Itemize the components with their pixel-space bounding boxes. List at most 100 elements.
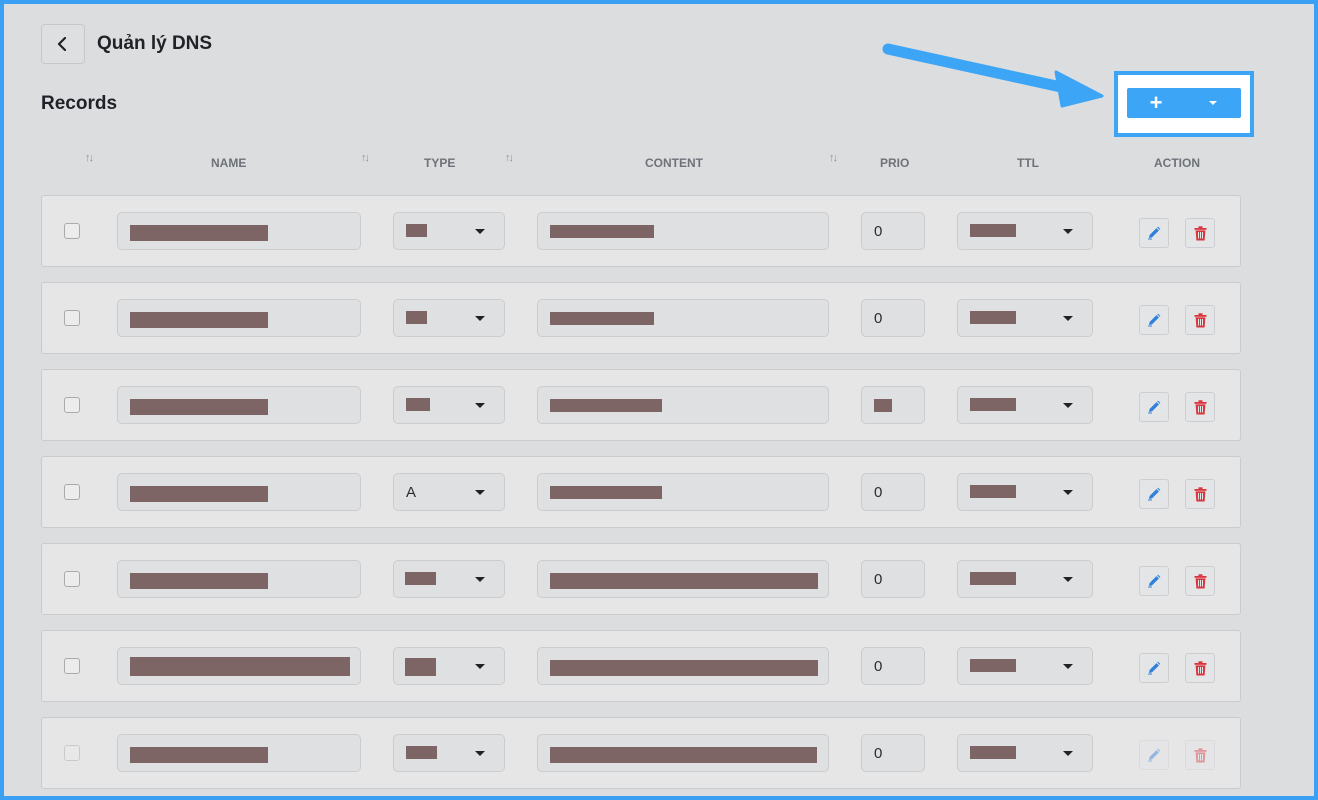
caret-down-icon xyxy=(1063,751,1073,756)
content-input[interactable] xyxy=(537,734,829,772)
row-checkbox[interactable] xyxy=(64,745,80,761)
row-checkbox[interactable] xyxy=(64,397,80,413)
table-row: 0 xyxy=(41,543,1241,615)
row-checkbox[interactable] xyxy=(64,310,80,326)
content-input[interactable] xyxy=(537,560,829,598)
caret-down-icon xyxy=(1063,316,1073,321)
prio-input[interactable]: 0 xyxy=(861,299,925,337)
pencil-icon xyxy=(1148,226,1161,240)
delete-record-button[interactable] xyxy=(1185,218,1215,248)
prio-input[interactable]: 0 xyxy=(861,560,925,598)
ttl-select[interactable] xyxy=(957,212,1093,250)
ttl-select[interactable] xyxy=(957,734,1093,772)
add-record-dropdown-toggle[interactable] xyxy=(1185,88,1241,118)
ttl-select[interactable] xyxy=(957,647,1093,685)
trash-icon xyxy=(1194,573,1206,588)
row-checkbox[interactable] xyxy=(64,484,80,500)
chevron-left-icon xyxy=(57,37,67,51)
pencil-icon xyxy=(1148,487,1161,501)
redacted-value xyxy=(970,398,1016,411)
content-input[interactable] xyxy=(537,299,829,337)
prio-input[interactable] xyxy=(861,386,925,424)
pencil-icon xyxy=(1148,400,1161,414)
delete-record-button[interactable] xyxy=(1185,566,1215,596)
prio-input[interactable]: 0 xyxy=(861,734,925,772)
ttl-select[interactable] xyxy=(957,560,1093,598)
row-checkbox[interactable] xyxy=(64,571,80,587)
edit-record-button[interactable] xyxy=(1139,392,1169,422)
type-select[interactable] xyxy=(393,299,505,337)
sort-content-icon[interactable]: ↑↓ xyxy=(829,152,838,164)
page-title: Quản lý DNS xyxy=(97,33,213,54)
delete-record-button[interactable] xyxy=(1185,305,1215,335)
add-record-button[interactable]: + xyxy=(1127,88,1185,118)
edit-record-button[interactable] xyxy=(1139,566,1169,596)
type-select[interactable]: A xyxy=(393,473,505,511)
type-select[interactable] xyxy=(393,386,505,424)
content-input[interactable] xyxy=(537,647,829,685)
name-input[interactable] xyxy=(117,647,361,685)
edit-record-button[interactable] xyxy=(1139,218,1169,248)
content-input[interactable] xyxy=(537,473,829,511)
row-checkbox[interactable] xyxy=(64,223,80,239)
redacted-value xyxy=(406,398,430,411)
name-input[interactable] xyxy=(117,386,361,424)
edit-record-button[interactable] xyxy=(1139,740,1169,770)
prio-input[interactable]: 0 xyxy=(861,212,925,250)
prio-value: 0 xyxy=(874,484,883,501)
type-select[interactable] xyxy=(393,647,505,685)
name-input[interactable] xyxy=(117,560,361,598)
add-record-button-group[interactable]: + xyxy=(1127,88,1241,118)
redacted-value xyxy=(970,485,1016,498)
edit-record-button[interactable] xyxy=(1139,653,1169,683)
trash-icon xyxy=(1194,486,1206,501)
column-header-name: NAME xyxy=(211,156,247,170)
redacted-value xyxy=(970,746,1016,759)
content-input[interactable] xyxy=(537,386,829,424)
row-checkbox[interactable] xyxy=(64,658,80,674)
name-input[interactable] xyxy=(117,734,361,772)
prio-input[interactable]: 0 xyxy=(861,647,925,685)
redacted-value xyxy=(406,746,437,759)
caret-down-icon xyxy=(475,577,485,582)
ttl-select[interactable] xyxy=(957,299,1093,337)
sort-type-icon[interactable]: ↑↓ xyxy=(505,152,514,164)
name-input[interactable] xyxy=(117,473,361,511)
table-row xyxy=(41,369,1241,441)
edit-record-button[interactable] xyxy=(1139,479,1169,509)
prio-value: 0 xyxy=(874,745,883,762)
redacted-value xyxy=(550,486,662,499)
type-select[interactable] xyxy=(393,212,505,250)
redacted-value xyxy=(130,399,268,415)
trash-icon xyxy=(1194,399,1206,414)
type-select[interactable] xyxy=(393,734,505,772)
pencil-icon xyxy=(1148,748,1161,762)
ttl-select[interactable] xyxy=(957,386,1093,424)
column-header-ttl: TTL xyxy=(1017,156,1039,170)
prio-value: 0 xyxy=(874,571,883,588)
delete-record-button[interactable] xyxy=(1185,740,1215,770)
dns-manager-page: Quản lý DNS Records + ↑↓ NAME ↑↓ TYPE ↑↓… xyxy=(4,4,1314,796)
redacted-value xyxy=(550,660,818,676)
edit-record-button[interactable] xyxy=(1139,305,1169,335)
type-select[interactable] xyxy=(393,560,505,598)
trash-icon xyxy=(1194,747,1206,762)
redacted-value xyxy=(550,399,662,412)
prio-input[interactable]: 0 xyxy=(861,473,925,511)
delete-record-button[interactable] xyxy=(1185,392,1215,422)
redacted-value xyxy=(130,225,268,241)
delete-record-button[interactable] xyxy=(1185,653,1215,683)
sort-checkbox-col-icon[interactable]: ↑↓ xyxy=(85,152,94,164)
sort-name-icon[interactable]: ↑↓ xyxy=(361,152,370,164)
name-input[interactable] xyxy=(117,299,361,337)
table-header: ↑↓ NAME ↑↓ TYPE ↑↓ CONTENT ↑↓ PRIO TTL A… xyxy=(41,152,1241,176)
back-button[interactable] xyxy=(41,24,85,64)
ttl-select[interactable] xyxy=(957,473,1093,511)
caret-down-icon xyxy=(1063,577,1073,582)
name-input[interactable] xyxy=(117,212,361,250)
redacted-value xyxy=(550,573,818,589)
content-input[interactable] xyxy=(537,212,829,250)
delete-record-button[interactable] xyxy=(1185,479,1215,509)
prio-value: 0 xyxy=(874,223,883,240)
column-header-content: CONTENT xyxy=(645,156,703,170)
